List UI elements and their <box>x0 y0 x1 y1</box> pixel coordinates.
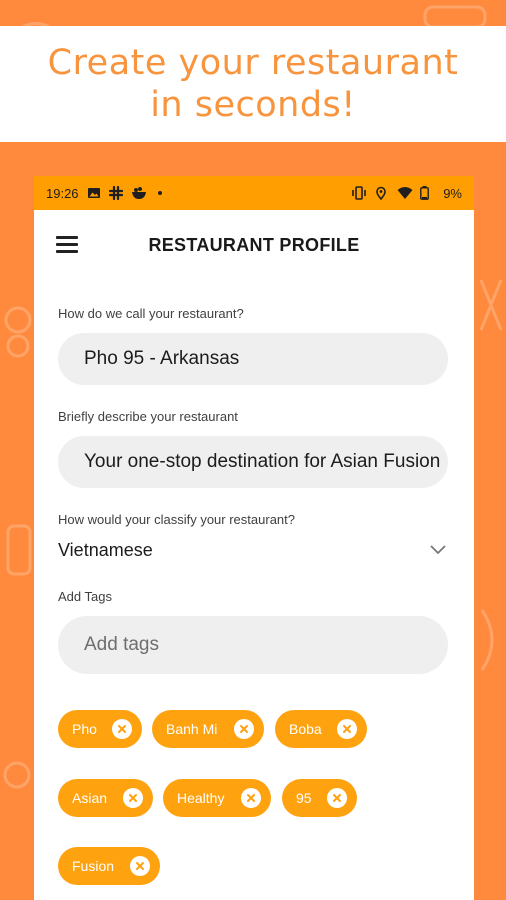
tag-chip-label: Asian <box>72 790 108 806</box>
remove-tag-icon[interactable] <box>112 719 132 739</box>
background-doodle <box>476 270 506 340</box>
vibrate-icon <box>351 186 367 200</box>
remove-tag-icon[interactable] <box>123 788 143 808</box>
classification-selected-value: Vietnamese <box>58 539 153 560</box>
tag-chip-label: Pho <box>72 721 97 737</box>
tag-chip-label: Healthy <box>177 790 225 806</box>
restaurant-description-label: Briefly describe your restaurant <box>58 409 238 424</box>
tag-chip[interactable]: Asian <box>58 779 153 817</box>
food-bowl-icon <box>131 186 146 200</box>
tag-chip-label: 95 <box>296 790 312 806</box>
remove-tag-icon[interactable] <box>337 719 357 739</box>
restaurant-classification-select[interactable]: Vietnamese <box>58 535 450 565</box>
status-time: 19:26 <box>46 185 79 201</box>
battery-icon <box>420 186 434 200</box>
battery-percent: 9% <box>443 185 462 201</box>
hamburger-menu-icon[interactable] <box>56 236 78 254</box>
dot-icon <box>153 186 167 200</box>
remove-tag-icon[interactable] <box>241 788 261 808</box>
tag-chip-list: Pho Banh Mi Boba Asian Healthy 95 Fusion <box>58 674 450 885</box>
restaurant-classification-label: How would your classify your restaurant? <box>58 512 295 527</box>
image-icon <box>87 186 101 200</box>
tag-chip[interactable]: Boba <box>275 710 367 748</box>
restaurant-profile-form: How do we call your restaurant? Pho 95 -… <box>34 306 474 885</box>
page-title: RESTAURANT PROFILE <box>148 234 360 255</box>
add-tags-input[interactable]: Add tags <box>58 616 448 674</box>
location-icon <box>374 186 388 201</box>
tag-chip[interactable]: Banh Mi <box>152 710 264 748</box>
app-bar: RESTAURANT PROFILE <box>34 210 474 280</box>
promo-headline-line2: in seconds! <box>150 85 356 125</box>
tag-chip-label: Boba <box>289 721 322 737</box>
restaurant-name-input[interactable]: Pho 95 - Arkansas <box>58 333 448 385</box>
remove-tag-icon[interactable] <box>130 856 150 876</box>
status-bar: 19:26 9% <box>34 176 474 210</box>
restaurant-description-input[interactable]: Your one-stop destination for Asian Fusi… <box>58 436 448 488</box>
tag-chip-label: Fusion <box>72 858 115 874</box>
add-tags-label: Add Tags <box>58 589 112 604</box>
promo-headline-line1: Create your restaurant <box>47 43 459 83</box>
background-doodle <box>2 300 34 360</box>
tag-chip[interactable]: Healthy <box>163 779 271 817</box>
remove-tag-icon[interactable] <box>234 719 254 739</box>
wifi-icon <box>397 186 413 200</box>
tag-chip-label: Banh Mi <box>166 721 218 737</box>
background-doodle <box>2 740 32 810</box>
promo-banner: Create your restaurant in seconds! <box>0 26 506 142</box>
restaurant-name-label: How do we call your restaurant? <box>58 306 244 321</box>
slack-icon <box>108 185 123 201</box>
remove-tag-icon[interactable] <box>327 788 347 808</box>
phone-screen: 19:26 9% RESTAURANT PROFILE How do we ca… <box>34 176 474 900</box>
background-doodle <box>478 600 506 680</box>
background-doodle <box>4 520 34 580</box>
tag-chip[interactable]: Fusion <box>58 847 160 885</box>
tag-chip[interactable]: 95 <box>282 779 357 817</box>
chevron-down-icon <box>430 545 446 555</box>
tag-chip[interactable]: Pho <box>58 710 142 748</box>
